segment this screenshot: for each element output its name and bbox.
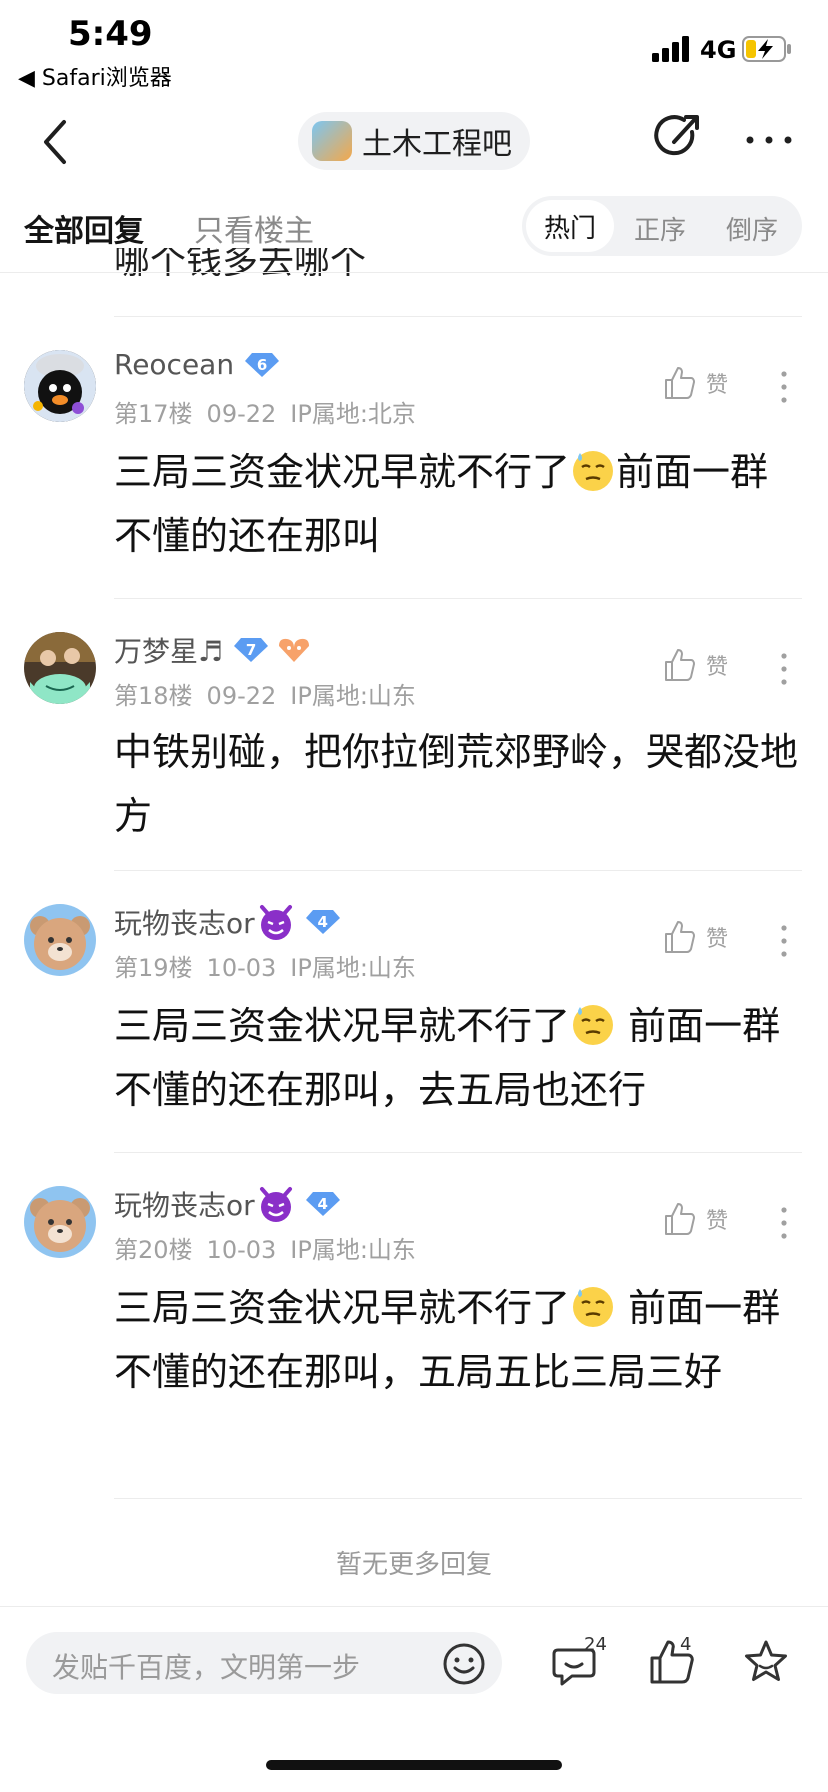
devil-emoji-icon: [259, 1187, 292, 1222]
level-badge: 6: [244, 352, 280, 378]
back-arrow-icon[interactable]: [36, 112, 76, 172]
ip-location: IP属地:北京: [290, 400, 416, 428]
username: 万梦星♬: [114, 635, 224, 668]
like-button[interactable]: 赞: [664, 1202, 728, 1236]
like-button[interactable]: 赞: [664, 366, 728, 400]
forum-name: 土木工程吧: [362, 127, 512, 162]
reply-separator: [114, 870, 802, 871]
tabs-divider: [0, 272, 828, 273]
more-options-icon[interactable]: [744, 128, 794, 152]
floor-number: 第17楼: [114, 400, 193, 428]
tab-op-only[interactable]: 只看楼主: [194, 206, 314, 250]
reply-content: 三局三资金状况早就不行了 前面一群不懂的还在那叫，五局五比三局三好: [114, 1276, 804, 1404]
star-favorite-icon[interactable]: [742, 1638, 790, 1686]
comment-count: 24: [584, 1634, 607, 1655]
post-date: 10-03: [206, 954, 277, 982]
reply-author[interactable]: 玩物丧志or 4: [114, 902, 341, 942]
post-date: 09-22: [206, 682, 277, 710]
signal-icon: [652, 36, 689, 62]
avatar-image: [24, 904, 96, 976]
reply-meta: 第20楼 10-03 IP属地:山东: [114, 1230, 430, 1265]
avatar[interactable]: [24, 632, 96, 704]
floor-number: 第19楼: [114, 954, 193, 982]
username: 玩物丧志or: [114, 1189, 255, 1222]
forum-pill[interactable]: 土木工程吧: [298, 112, 530, 170]
avatar-image: [24, 632, 96, 704]
reply-meta: 第17楼 09-22 IP属地:北京: [114, 394, 430, 429]
bottom-bar-divider: [0, 1606, 828, 1607]
avatar[interactable]: [24, 904, 96, 976]
reply-separator: [114, 598, 802, 599]
share-icon[interactable]: [652, 112, 704, 164]
ip-location: IP属地:山东: [290, 1236, 416, 1264]
forum-avatar: [312, 121, 352, 161]
username: Reocean: [114, 348, 235, 381]
reply-more-icon[interactable]: [780, 652, 788, 686]
reply-author[interactable]: 玩物丧志or 4: [114, 1184, 341, 1224]
no-more-replies: 暂无更多回复: [335, 1550, 492, 1580]
reply-meta: 第18楼 09-22 IP属地:山东: [114, 676, 430, 711]
reply-author[interactable]: 万梦星♬ 7: [114, 630, 311, 670]
thumbs-up-icon: [665, 1203, 695, 1235]
thumbs-up-icon: [665, 921, 695, 953]
reply-separator: [114, 1152, 802, 1153]
avatar[interactable]: [24, 1186, 96, 1258]
like-button[interactable]: 赞: [664, 648, 728, 682]
reply-meta: 第19楼 10-03 IP属地:山东: [114, 948, 430, 983]
reply-separator: [114, 1498, 802, 1499]
post-date: 10-03: [206, 1236, 277, 1264]
avatar[interactable]: [24, 350, 96, 422]
back-to-safari-link[interactable]: ◀ Safari浏览器: [18, 60, 172, 92]
thumbs-up-icon: [665, 649, 695, 681]
sweat-smile-emoji-icon: [573, 451, 614, 491]
status-time: 5:49: [68, 14, 153, 54]
sort-ascending-button[interactable]: 正序: [634, 210, 686, 247]
reply-input-placeholder[interactable]: 发贴千百度，文明第一步: [52, 1646, 360, 1686]
reply-content: 中铁别碰，把你拉倒荒郊野岭，哭都没地方: [114, 730, 799, 838]
emoji-picker-icon[interactable]: [442, 1642, 486, 1686]
level-badge: 7: [233, 637, 269, 663]
reply-author[interactable]: Reocean 6: [114, 348, 280, 381]
like-button[interactable]: 赞: [664, 920, 728, 954]
sweat-smile-emoji-icon: [573, 1005, 614, 1045]
sweat-smile-emoji-icon: [573, 1287, 614, 1327]
like-label: 赞: [706, 655, 729, 680]
fan-badge-icon: [279, 638, 310, 662]
sort-hot-button[interactable]: 热门: [526, 200, 614, 252]
level-badge: 4: [305, 1191, 341, 1217]
like-label: 赞: [706, 927, 729, 952]
reply-more-icon[interactable]: [780, 924, 788, 958]
username: 玩物丧志or: [114, 907, 255, 940]
reply-content: 三局三资金状况早就不行了 前面一群不懂的还在那叫，去五局也还行: [114, 994, 804, 1122]
like-count: 4: [680, 1634, 692, 1655]
ip-location: IP属地:山东: [290, 682, 416, 710]
reply-separator: [114, 316, 802, 317]
like-label: 赞: [706, 1209, 729, 1234]
avatar-image: [24, 1186, 96, 1258]
reply-more-icon[interactable]: [780, 1206, 788, 1240]
post-date: 09-22: [206, 400, 277, 428]
thumbs-up-icon: [665, 367, 695, 399]
tab-all-replies[interactable]: 全部回复: [24, 206, 144, 250]
battery-charging-icon: [742, 36, 791, 62]
reply-content: 三局三资金状况早就不行了 前面一群不懂的还在那叫: [114, 440, 804, 568]
sort-descending-button[interactable]: 倒序: [726, 210, 778, 247]
floor-number: 第18楼: [114, 682, 193, 710]
level-badge: 4: [305, 909, 341, 935]
ip-location: IP属地:山东: [290, 954, 416, 982]
devil-emoji-icon: [259, 905, 292, 940]
network-type: 4G: [700, 36, 737, 64]
like-label: 赞: [706, 373, 729, 398]
home-indicator[interactable]: [266, 1760, 562, 1770]
reply-more-icon[interactable]: [780, 370, 788, 404]
avatar-image: [24, 350, 96, 422]
floor-number: 第20楼: [114, 1236, 193, 1264]
